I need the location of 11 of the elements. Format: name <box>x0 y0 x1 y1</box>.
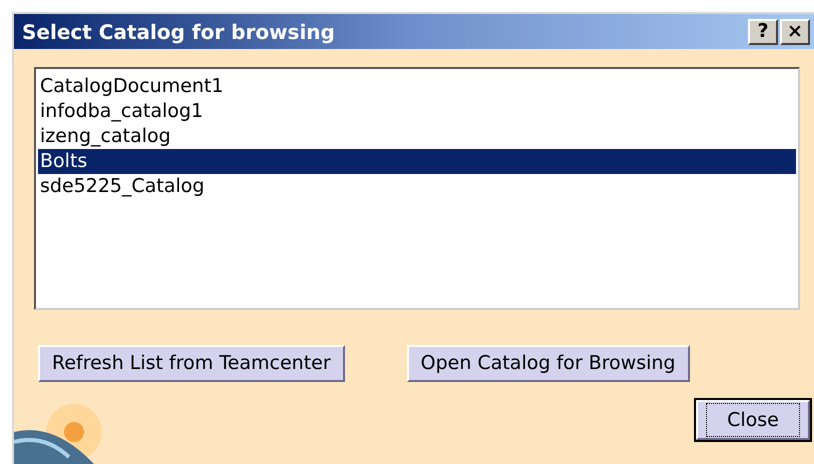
catalog-list-item[interactable]: infodba_catalog1 <box>38 99 796 124</box>
close-dialog-button[interactable]: Close <box>696 400 810 440</box>
open-catalog-button[interactable]: Open Catalog for Browsing <box>406 345 690 382</box>
window-title: Select Catalog for browsing <box>21 18 335 46</box>
close-button[interactable]: × <box>780 18 810 44</box>
catalog-list-item[interactable]: izeng_catalog <box>38 124 796 149</box>
refresh-button[interactable]: Refresh List from Teamcenter <box>38 345 345 382</box>
help-button[interactable]: ? <box>748 18 778 44</box>
catalog-list-item[interactable]: sde5225_Catalog <box>38 174 796 199</box>
catalog-list-item[interactable]: Bolts <box>38 149 796 174</box>
catalog-list-item[interactable]: CatalogDocument1 <box>38 74 796 99</box>
